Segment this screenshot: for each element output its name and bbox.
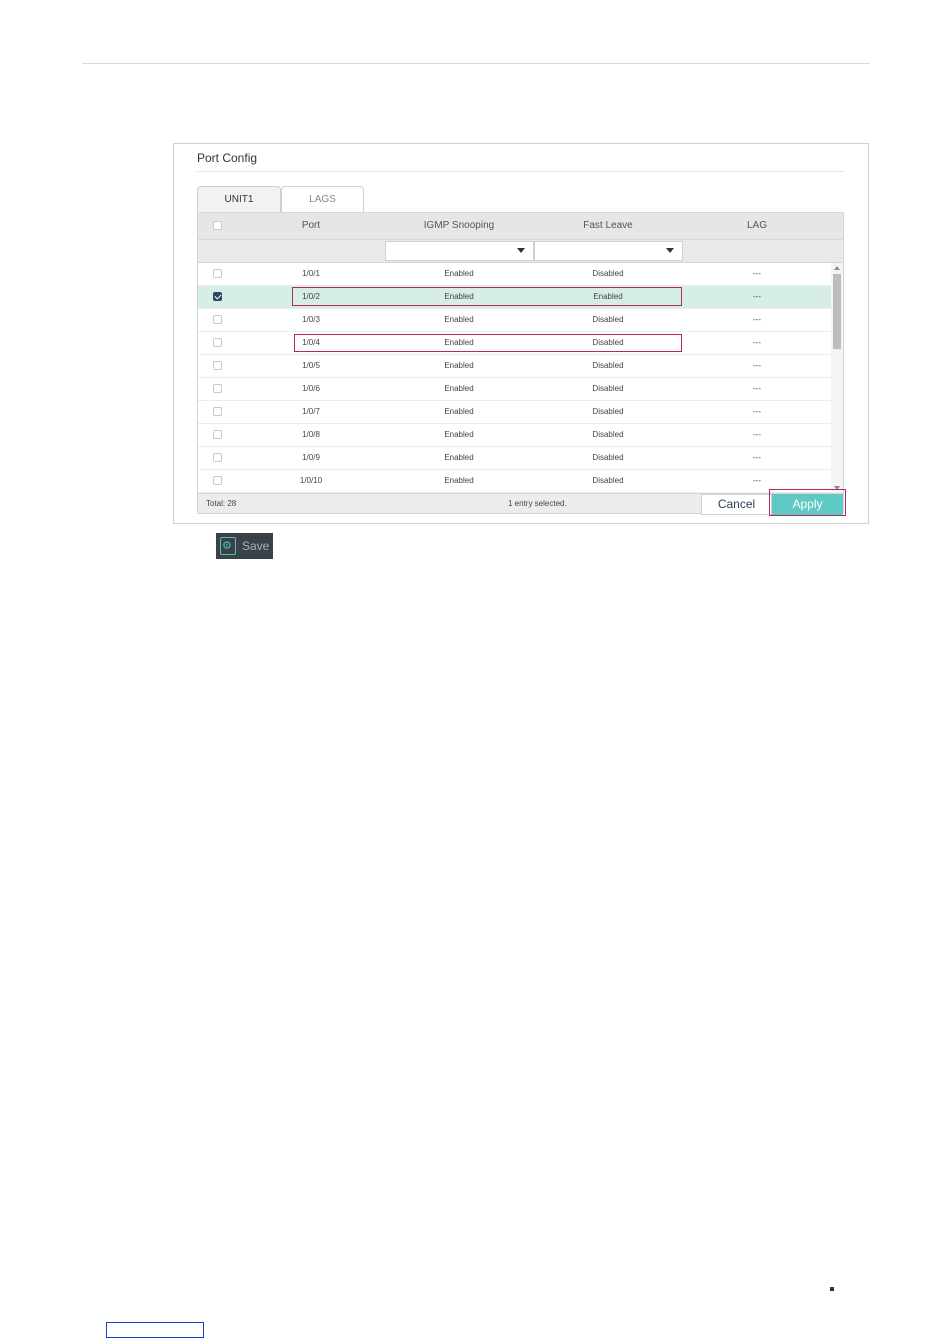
row-checkbox[interactable] <box>213 315 222 324</box>
cell-igmp-snooping: Enabled <box>444 315 474 324</box>
row-checkbox[interactable] <box>213 338 222 347</box>
row-checkbox[interactable] <box>213 361 222 370</box>
cell-port: 1/0/7 <box>302 407 320 416</box>
row-checkbox[interactable] <box>213 292 222 301</box>
col-header-fast-leave: Fast Leave <box>583 220 633 231</box>
col-header-igmp-snooping: IGMP Snooping <box>423 220 495 231</box>
title-divider <box>197 171 844 172</box>
filter-row <box>198 240 843 263</box>
col-header-port: Port <box>301 220 321 231</box>
row-checkbox[interactable] <box>213 269 222 278</box>
save-config-icon <box>220 537 236 555</box>
cell-igmp-snooping: Enabled <box>444 476 474 485</box>
cell-igmp-snooping: Enabled <box>444 384 474 393</box>
cell-igmp-snooping: Enabled <box>444 453 474 462</box>
cell-lag: --- <box>753 338 761 347</box>
igmp-snooping-select[interactable] <box>385 241 534 261</box>
total-count: Total: 28 <box>206 499 237 508</box>
cell-fast-leave: Disabled <box>592 315 624 324</box>
cell-fast-leave: Disabled <box>592 476 624 485</box>
port-table: Port IGMP Snooping Fast Leave LAG 1/0/1 E… <box>197 212 844 515</box>
cell-fast-leave: Disabled <box>592 453 624 462</box>
cell-fast-leave: Disabled <box>592 269 624 278</box>
cell-fast-leave: Disabled <box>592 384 624 393</box>
table-row[interactable]: 1/0/8 Enabled Disabled --- <box>198 424 831 447</box>
scrollbar-thumb[interactable] <box>833 274 841 349</box>
table-row[interactable]: 1/0/1 Enabled Disabled --- <box>198 263 831 286</box>
chevron-down-icon <box>517 248 525 253</box>
table-row[interactable]: 1/0/9 Enabled Disabled --- <box>198 447 831 470</box>
cell-lag: --- <box>753 269 761 278</box>
cell-lag: --- <box>753 315 761 324</box>
selection-status: 1 entry selected. <box>508 499 567 508</box>
cell-port: 1/0/10 <box>299 476 323 485</box>
select-all-checkbox[interactable] <box>213 221 222 230</box>
col-header-lag: LAG <box>746 220 767 231</box>
cell-port: 1/0/3 <box>302 315 320 324</box>
table-row[interactable]: 1/0/3 Enabled Disabled --- <box>198 309 831 332</box>
cell-port: 1/0/8 <box>302 430 320 439</box>
cell-port: 1/0/5 <box>302 361 320 370</box>
cell-port: 1/0/6 <box>302 384 320 393</box>
cell-igmp-snooping: Enabled <box>444 269 474 278</box>
table-row[interactable]: 1/0/5 Enabled Disabled --- <box>198 355 831 378</box>
table-footer: Total: 28 1 entry selected. Cancel Apply <box>198 493 843 515</box>
scroll-up-icon[interactable] <box>834 266 840 270</box>
cell-igmp-snooping: Enabled <box>444 407 474 416</box>
highlight-box-row-1-0-2 <box>292 287 682 306</box>
save-button[interactable]: Save <box>216 533 273 559</box>
row-checkbox[interactable] <box>213 430 222 439</box>
row-checkbox[interactable] <box>213 453 222 462</box>
table-row[interactable]: 1/0/10 Enabled Disabled --- <box>198 470 831 493</box>
chevron-down-icon <box>666 248 674 253</box>
panel-title: Port Config <box>197 151 258 165</box>
link-box[interactable] <box>106 1322 204 1338</box>
cell-port: 1/0/9 <box>302 453 320 462</box>
row-checkbox[interactable] <box>213 407 222 416</box>
table-header: Port IGMP Snooping Fast Leave LAG <box>198 213 843 240</box>
save-label: Save <box>242 539 270 553</box>
tab-unit1[interactable]: UNIT1 <box>197 186 281 212</box>
cell-lag: --- <box>753 407 761 416</box>
cell-fast-leave: Disabled <box>592 430 624 439</box>
cell-port: 1/0/1 <box>302 269 320 278</box>
cell-fast-leave: Disabled <box>592 407 624 416</box>
row-checkbox[interactable] <box>213 476 222 485</box>
cell-fast-leave: Disabled <box>592 361 624 370</box>
highlight-box-row-1-0-4 <box>294 334 682 352</box>
cell-lag: --- <box>753 361 761 370</box>
fast-leave-select[interactable] <box>534 241 683 261</box>
table-row[interactable]: 1/0/6 Enabled Disabled --- <box>198 378 831 401</box>
cell-igmp-snooping: Enabled <box>444 430 474 439</box>
cell-lag: --- <box>753 384 761 393</box>
cancel-button[interactable]: Cancel <box>701 494 772 515</box>
table-row[interactable]: 1/0/7 Enabled Disabled --- <box>198 401 831 424</box>
cell-igmp-snooping: Enabled <box>444 361 474 370</box>
row-checkbox[interactable] <box>213 384 222 393</box>
vertical-scrollbar[interactable] <box>831 263 843 493</box>
page-marker <box>830 1287 834 1291</box>
cell-lag: --- <box>753 292 761 301</box>
cell-lag: --- <box>753 453 761 462</box>
top-rule <box>82 63 870 64</box>
cell-lag: --- <box>753 430 761 439</box>
highlight-box-apply <box>769 489 846 516</box>
tab-lags[interactable]: LAGS <box>281 186 364 212</box>
